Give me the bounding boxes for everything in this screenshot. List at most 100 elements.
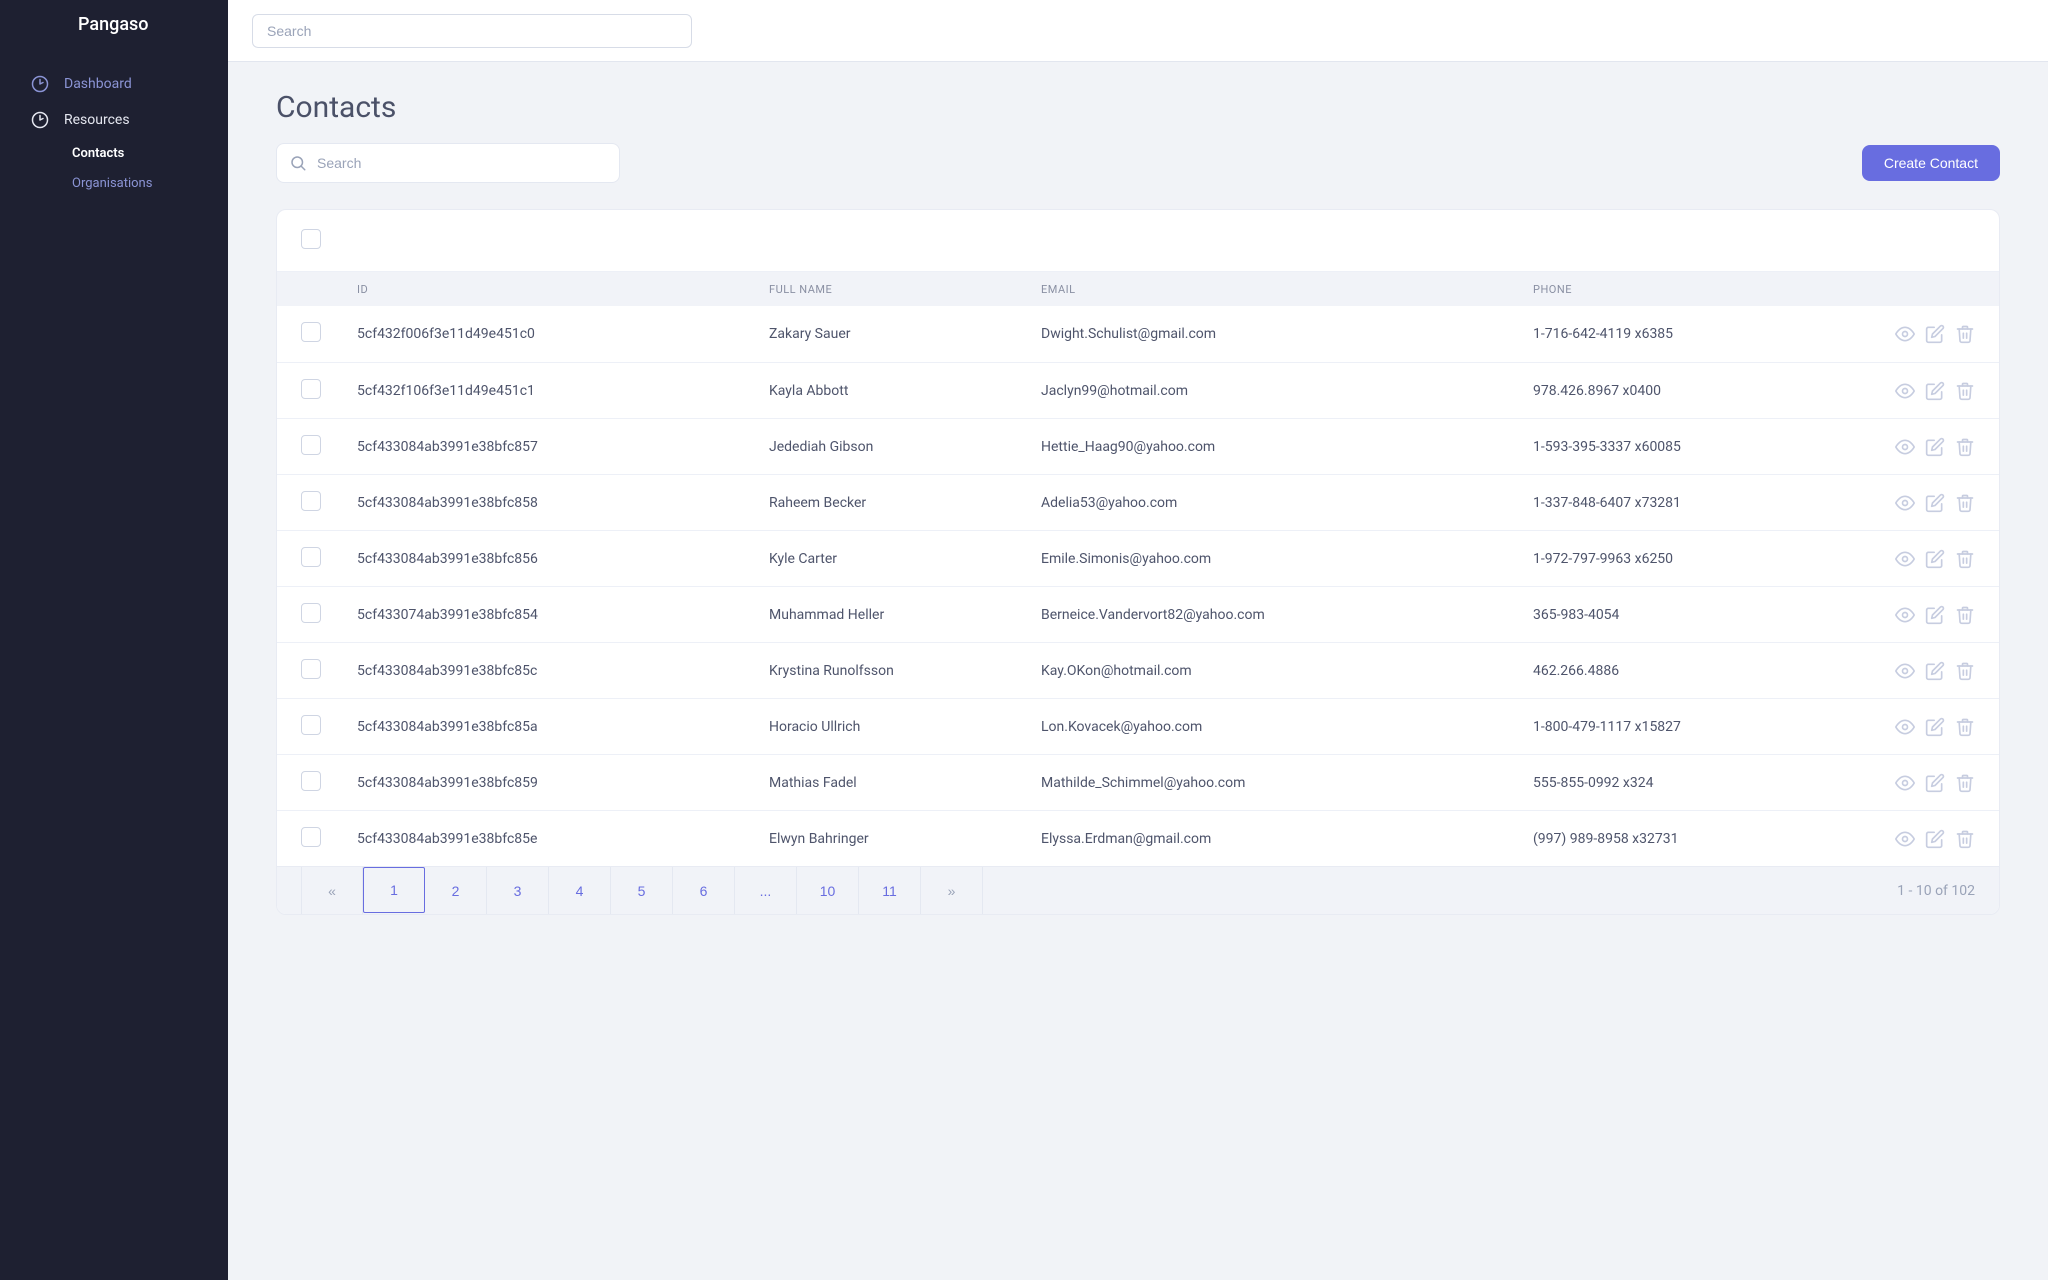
- cell-phone: 978.426.8967 x0400: [1533, 383, 1879, 399]
- trash-icon[interactable]: [1955, 717, 1975, 737]
- trash-icon[interactable]: [1955, 381, 1975, 401]
- edit-icon[interactable]: [1925, 661, 1945, 681]
- sidebar-item-resources[interactable]: Resources: [0, 102, 228, 138]
- view-icon[interactable]: [1895, 493, 1915, 513]
- trash-icon[interactable]: [1955, 324, 1975, 344]
- sidebar-item-dashboard[interactable]: Dashboard: [0, 66, 228, 102]
- cell-phone: 555-855-0992 x324: [1533, 775, 1879, 791]
- cell-phone: 462.266.4886: [1533, 663, 1879, 679]
- trash-icon[interactable]: [1955, 493, 1975, 513]
- cell-id: 5cf433074ab3991e38bfc854: [357, 607, 769, 623]
- cell-name: Zakary Sauer: [769, 326, 1041, 342]
- row-checkbox[interactable]: [301, 379, 321, 399]
- trash-icon[interactable]: [1955, 437, 1975, 457]
- select-all-checkbox[interactable]: [301, 229, 321, 249]
- sidebar-subitem-organisations[interactable]: Organisations: [72, 168, 228, 198]
- pagination-page-4[interactable]: 4: [549, 867, 611, 915]
- trash-icon[interactable]: [1955, 549, 1975, 569]
- row-checkbox[interactable]: [301, 659, 321, 679]
- table-row: 5cf433084ab3991e38bfc856Kyle CarterEmile…: [277, 530, 1999, 586]
- edit-icon[interactable]: [1925, 829, 1945, 849]
- edit-icon[interactable]: [1925, 324, 1945, 344]
- row-checkbox[interactable]: [301, 771, 321, 791]
- table-row: 5cf433084ab3991e38bfc85aHoracio UllrichL…: [277, 698, 1999, 754]
- table-row: 5cf433084ab3991e38bfc85cKrystina Runolfs…: [277, 642, 1999, 698]
- edit-icon[interactable]: [1925, 381, 1945, 401]
- trash-icon[interactable]: [1955, 605, 1975, 625]
- pagination-page-10[interactable]: 10: [797, 867, 859, 915]
- cell-name: Elwyn Bahringer: [769, 831, 1041, 847]
- table-row: 5cf432f006f3e11d49e451c0Zakary SauerDwig…: [277, 306, 1999, 362]
- view-icon[interactable]: [1895, 381, 1915, 401]
- row-checkbox[interactable]: [301, 435, 321, 455]
- pagination-next[interactable]: »: [921, 867, 983, 915]
- pagination: «123456...1011»: [301, 867, 983, 915]
- page-title: Contacts: [276, 90, 2000, 125]
- pagination-page-1[interactable]: 1: [363, 867, 425, 913]
- row-checkbox[interactable]: [301, 491, 321, 511]
- pagination-prev[interactable]: «: [301, 867, 363, 915]
- pagination-page-6[interactable]: 6: [673, 867, 735, 915]
- cell-id: 5cf433084ab3991e38bfc857: [357, 439, 769, 455]
- cell-email: Mathilde_Schimmel@yahoo.com: [1041, 775, 1533, 791]
- cell-id: 5cf432f106f3e11d49e451c1: [357, 383, 769, 399]
- table-row: 5cf433084ab3991e38bfc859Mathias FadelMat…: [277, 754, 1999, 810]
- cell-email: Hettie_Haag90@yahoo.com: [1041, 439, 1533, 455]
- create-contact-button[interactable]: Create Contact: [1862, 145, 2000, 181]
- sidebar-item-label: Resources: [64, 112, 228, 128]
- main: Contacts Create Contact ID FULL NAME: [228, 0, 2048, 1280]
- view-icon[interactable]: [1895, 549, 1915, 569]
- table-search-input[interactable]: [317, 155, 607, 171]
- cell-email: Elyssa.Erdman@gmail.com: [1041, 831, 1533, 847]
- edit-icon[interactable]: [1925, 549, 1945, 569]
- topbar: [228, 0, 2048, 62]
- pagination-page-5[interactable]: 5: [611, 867, 673, 915]
- contacts-table-card: ID FULL NAME EMAIL PHONE 5cf432f006f3e11…: [276, 209, 2000, 915]
- cell-phone: (997) 989-8958 x32731: [1533, 831, 1879, 847]
- edit-icon[interactable]: [1925, 493, 1945, 513]
- column-header-id: ID: [357, 283, 769, 296]
- table-row: 5cf433084ab3991e38bfc858Raheem BeckerAde…: [277, 474, 1999, 530]
- view-icon[interactable]: [1895, 324, 1915, 344]
- row-checkbox[interactable]: [301, 603, 321, 623]
- pagination-page-2[interactable]: 2: [425, 867, 487, 915]
- edit-icon[interactable]: [1925, 605, 1945, 625]
- cell-email: Kay.OKon@hotmail.com: [1041, 663, 1533, 679]
- row-checkbox[interactable]: [301, 322, 321, 342]
- sidebar-subitem-contacts[interactable]: Contacts: [72, 138, 228, 168]
- view-icon[interactable]: [1895, 773, 1915, 793]
- view-icon[interactable]: [1895, 829, 1915, 849]
- row-checkbox[interactable]: [301, 547, 321, 567]
- trash-icon[interactable]: [1955, 773, 1975, 793]
- pagination-page-...[interactable]: ...: [735, 867, 797, 915]
- cell-id: 5cf433084ab3991e38bfc85e: [357, 831, 769, 847]
- pagination-page-11[interactable]: 11: [859, 867, 921, 915]
- view-icon[interactable]: [1895, 437, 1915, 457]
- cell-id: 5cf433084ab3991e38bfc858: [357, 495, 769, 511]
- edit-icon[interactable]: [1925, 773, 1945, 793]
- row-checkbox[interactable]: [301, 715, 321, 735]
- cell-name: Horacio Ullrich: [769, 719, 1041, 735]
- table-bulk-header: [277, 210, 1999, 272]
- cell-id: 5cf433084ab3991e38bfc859: [357, 775, 769, 791]
- cell-name: Kyle Carter: [769, 551, 1041, 567]
- global-search-input[interactable]: [252, 14, 692, 48]
- column-header-phone: PHONE: [1533, 283, 1879, 296]
- cell-phone: 1-716-642-4119 x6385: [1533, 326, 1879, 342]
- brand: Pangaso: [0, 0, 228, 48]
- trash-icon[interactable]: [1955, 661, 1975, 681]
- cell-email: Adelia53@yahoo.com: [1041, 495, 1533, 511]
- resources-icon: [30, 110, 50, 130]
- view-icon[interactable]: [1895, 661, 1915, 681]
- row-checkbox[interactable]: [301, 827, 321, 847]
- edit-icon[interactable]: [1925, 437, 1945, 457]
- cell-phone: 365-983-4054: [1533, 607, 1879, 623]
- cell-id: 5cf433084ab3991e38bfc856: [357, 551, 769, 567]
- cell-name: Kayla Abbott: [769, 383, 1041, 399]
- pagination-page-3[interactable]: 3: [487, 867, 549, 915]
- table-footer: «123456...1011» 1 - 10 of 102: [277, 866, 1999, 914]
- view-icon[interactable]: [1895, 717, 1915, 737]
- edit-icon[interactable]: [1925, 717, 1945, 737]
- trash-icon[interactable]: [1955, 829, 1975, 849]
- view-icon[interactable]: [1895, 605, 1915, 625]
